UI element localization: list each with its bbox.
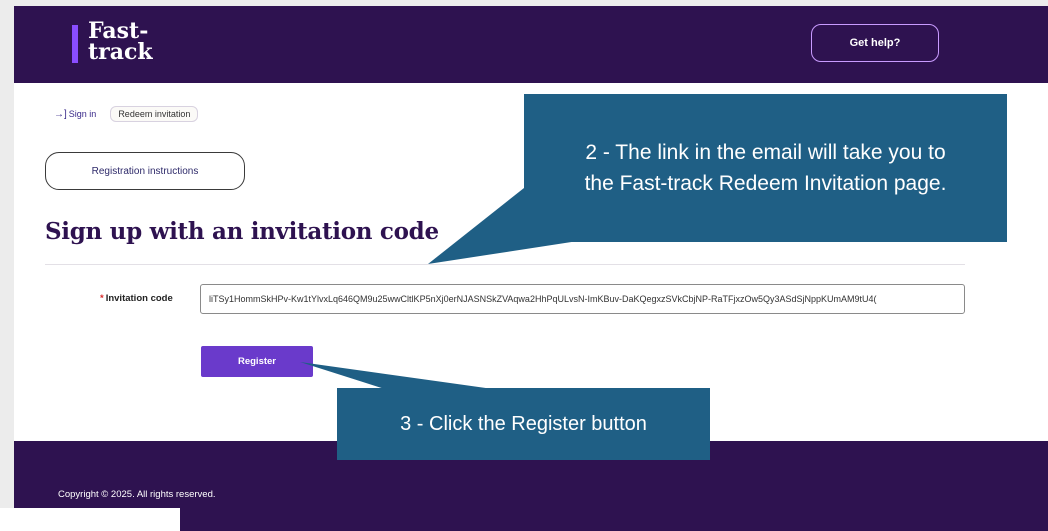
divider	[45, 264, 965, 265]
header: Fast- track Get help?	[14, 6, 1048, 83]
sign-in-link[interactable]: →] Sign in	[54, 109, 96, 120]
logo-bar-icon	[72, 25, 78, 63]
annotation-callout-redeem: 2 - The link in the email will take you …	[524, 94, 1007, 242]
annotation-callout-register: 3 - Click the Register button	[337, 388, 710, 460]
get-help-button[interactable]: Get help?	[811, 24, 939, 62]
page-title: Sign up with an invitation code	[45, 218, 439, 245]
breadcrumb-current: Redeem invitation	[110, 106, 199, 122]
logo-line-2: track	[88, 39, 153, 65]
required-marker: *	[100, 293, 104, 304]
callout-1-line-1: 2 - The link in the email will take you …	[585, 141, 946, 164]
registration-instructions-button[interactable]: Registration instructions	[45, 152, 245, 190]
invitation-code-input[interactable]: liTSy1HommSkHPv-Kw1tYlvxLq646QM9u25wwClt…	[200, 284, 965, 314]
invitation-code-label: * Invitation code	[100, 293, 173, 304]
breadcrumb: →] Sign in Redeem invitation	[54, 106, 199, 122]
callout-1-line-2: the Fast-track Redeem Invitation page.	[584, 172, 947, 195]
invitation-code-label-text: Invitation code	[105, 293, 173, 304]
copyright-text: Copyright © 2025. All rights reserved.	[58, 489, 216, 500]
register-button[interactable]: Register	[201, 346, 313, 377]
sign-in-icon: →]	[54, 108, 67, 120]
sign-in-label: Sign in	[68, 109, 97, 119]
page-edge-cut	[0, 508, 180, 531]
